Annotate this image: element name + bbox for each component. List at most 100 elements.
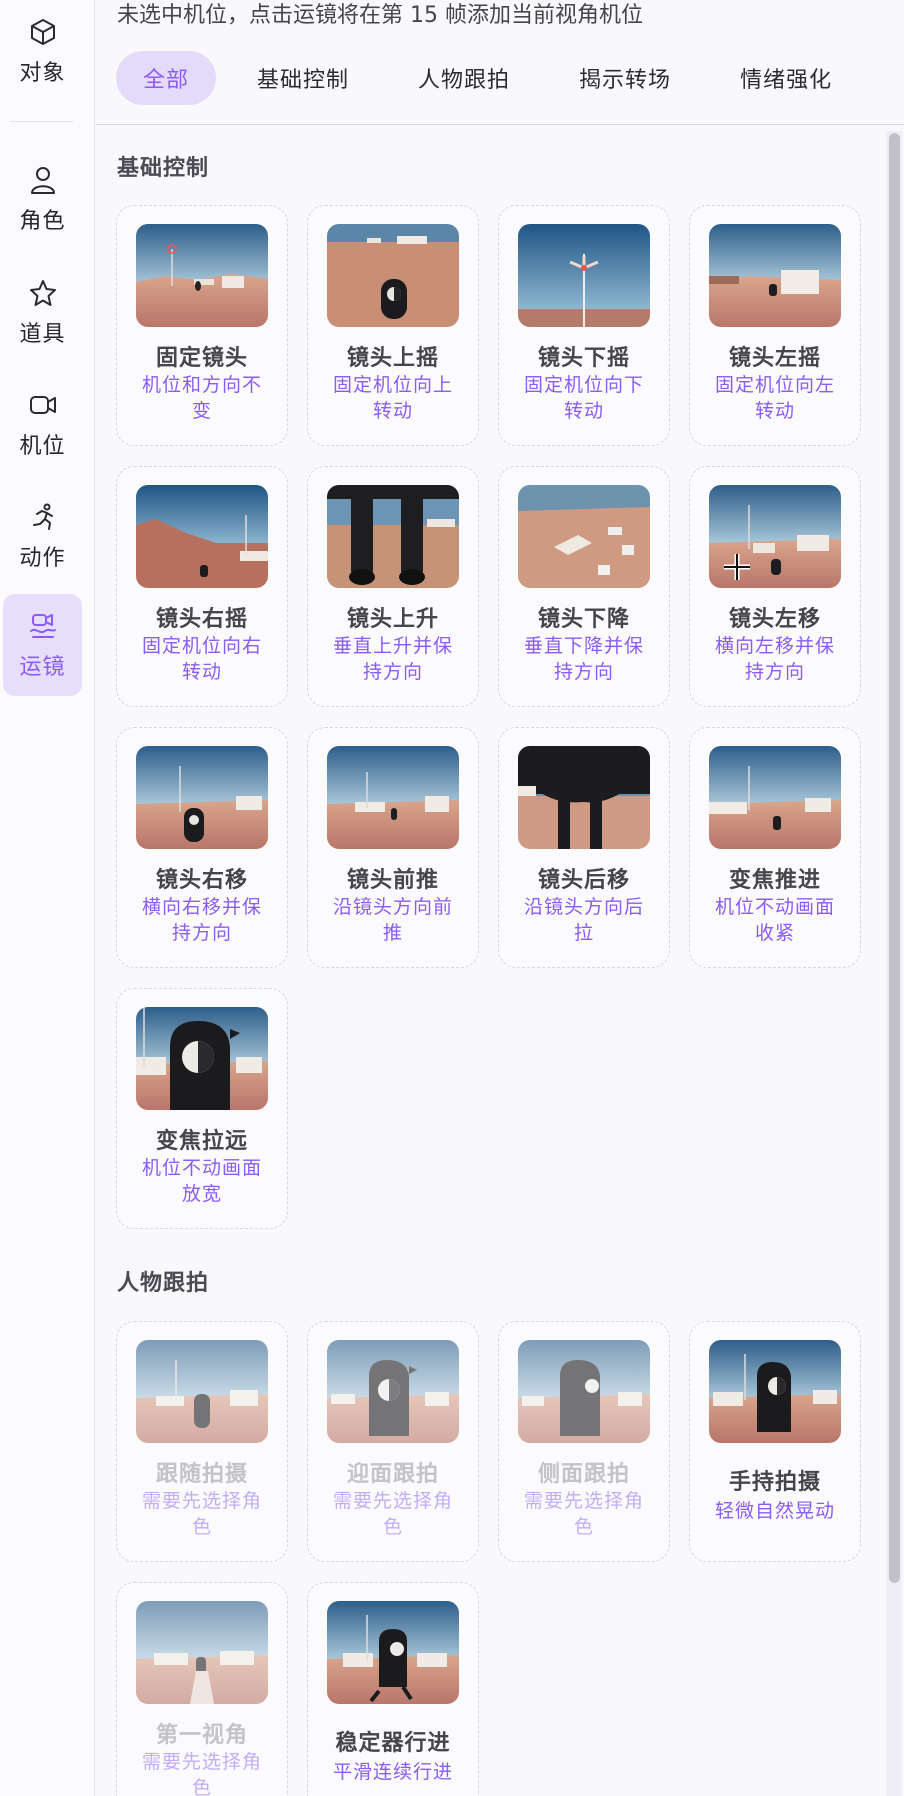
sidebar-divider [10, 121, 73, 122]
section-title: 人物跟拍 [117, 1271, 210, 1296]
preset-name: 跟随拍摄 [155, 1462, 248, 1487]
preset-card-crane-down[interactable]: 镜头下降 垂直下降并保持方向 [498, 466, 670, 707]
preset-name: 侧面跟拍 [537, 1462, 630, 1487]
preset-name: 第一视角 [155, 1723, 248, 1748]
tab-all[interactable]: 全部 [116, 50, 217, 105]
crosshair-cursor-icon [724, 554, 750, 580]
preset-description: 固定机位向上转动 [332, 374, 453, 422]
preset-name: 镜头上摇 [346, 346, 439, 371]
preset-description: 需要先选择角色 [523, 1490, 644, 1538]
preset-name: 镜头上升 [346, 607, 439, 632]
preset-description: 需要先选择角色 [332, 1490, 453, 1538]
preset-card-pan-right[interactable]: 镜头右摇 固定机位向右转动 [116, 466, 288, 707]
preset-name: 手持拍摄 [728, 1470, 821, 1495]
preview-thumbnail [518, 224, 650, 327]
preset-name: 变焦拉远 [155, 1129, 248, 1154]
preset-description: 固定机位向右转动 [141, 635, 262, 683]
preview-thumbnail [136, 1007, 268, 1110]
sidebar-item-label: 角色 [19, 209, 66, 234]
user-icon [26, 163, 60, 197]
preset-description: 沿镜头方向后拉 [523, 896, 644, 944]
preset-name: 迎面跟拍 [346, 1462, 439, 1487]
preset-card-stabilizer[interactable]: 稳定器行进 平滑连续行进 [307, 1582, 479, 1796]
preset-card-zoom-in[interactable]: 变焦推进 机位不动画面收紧 [689, 727, 861, 968]
preset-card-side-follow[interactable]: 侧面跟拍 需要先选择角色 [498, 1321, 670, 1562]
preset-card-handheld[interactable]: 手持拍摄 轻微自然晃动 [689, 1321, 861, 1562]
sidebar-item-action[interactable]: 动作 [3, 485, 82, 587]
tab-character-follow[interactable]: 人物跟拍 [390, 51, 538, 105]
preset-description: 垂直下降并保持方向 [523, 635, 644, 683]
category-tabs: 全部 基础控制 人物跟拍 揭示转场 情绪强化 [116, 50, 873, 105]
preset-card-tilt-down[interactable]: 镜头下摇 固定机位向下转动 [498, 205, 670, 446]
preset-card-first-person[interactable]: 第一视角 需要先选择角色 [116, 1582, 288, 1796]
preset-card-tilt-up[interactable]: 镜头上摇 固定机位向上转动 [307, 205, 479, 446]
preset-card-truck-right[interactable]: 镜头右移 横向右移并保持方向 [116, 727, 288, 968]
status-notice: 未选中机位，点击运镜将在第 15 帧添加当前视角机位 [117, 3, 643, 28]
sidebar-item-camera-movement[interactable]: 运镜 [3, 594, 82, 696]
sidebar-item-label: 动作 [19, 546, 66, 571]
preview-thumbnail [327, 224, 459, 327]
preview-thumbnail [136, 224, 268, 327]
preset-name: 镜头左摇 [728, 346, 821, 371]
sidebar-item-character[interactable]: 角色 [3, 148, 82, 250]
preset-description: 横向左移并保持方向 [714, 635, 835, 683]
preset-name: 稳定器行进 [335, 1731, 451, 1756]
camera-movement-icon [26, 609, 60, 643]
preset-description: 横向右移并保持方向 [141, 896, 262, 944]
preview-thumbnail [327, 1340, 459, 1443]
preset-name: 镜头右移 [155, 868, 248, 893]
preset-card-dolly-out[interactable]: 镜头后移 沿镜头方向后拉 [498, 727, 670, 968]
left-sidebar: 对象 角色 道具 机位 动作 运镜 [0, 0, 95, 1796]
preset-card-zoom-out[interactable]: 变焦拉远 机位不动画面放宽 [116, 988, 288, 1229]
star-icon [26, 276, 60, 310]
tab-emotion[interactable]: 情绪强化 [712, 51, 860, 105]
preview-thumbnail [136, 1601, 268, 1704]
preview-thumbnail [709, 224, 841, 327]
preset-description: 需要先选择角色 [141, 1490, 262, 1538]
preset-card-crane-up[interactable]: 镜头上升 垂直上升并保持方向 [307, 466, 479, 707]
sidebar-item-label: 道具 [19, 322, 66, 347]
preset-description: 平滑连续行进 [332, 1761, 453, 1783]
video-camera-icon [26, 388, 60, 422]
preset-name: 镜头左移 [728, 607, 821, 632]
preset-name: 镜头右摇 [155, 607, 248, 632]
preset-card-fixed[interactable]: 固定镜头 机位和方向不变 [116, 205, 288, 446]
preset-description: 固定机位向左转动 [714, 374, 835, 422]
tab-basic-control[interactable]: 基础控制 [229, 51, 377, 105]
preset-description: 沿镜头方向前推 [332, 896, 453, 944]
preset-card-dolly-in[interactable]: 镜头前推 沿镜头方向前推 [307, 727, 479, 968]
preview-thumbnail [518, 485, 650, 588]
preset-card-truck-left[interactable]: 镜头左移 横向左移并保持方向 [689, 466, 861, 707]
preset-card-pan-left[interactable]: 镜头左摇 固定机位向左转动 [689, 205, 861, 446]
preset-description: 轻微自然晃动 [714, 1500, 835, 1522]
preview-thumbnail [518, 746, 650, 849]
sidebar-item-label: 机位 [19, 434, 66, 459]
cube-icon [26, 15, 60, 49]
preset-description: 机位不动画面放宽 [141, 1157, 262, 1205]
section-title: 基础控制 [117, 156, 210, 181]
preset-name: 镜头后移 [537, 868, 630, 893]
preset-card-front-follow[interactable]: 迎面跟拍 需要先选择角色 [307, 1321, 479, 1562]
sidebar-item-prop[interactable]: 道具 [3, 261, 82, 363]
vertical-scrollbar[interactable] [886, 131, 902, 1796]
preview-thumbnail [327, 1601, 459, 1704]
preview-thumbnail [709, 1340, 841, 1443]
preview-thumbnail [136, 485, 268, 588]
preset-name: 固定镜头 [155, 346, 248, 371]
preview-thumbnail [136, 746, 268, 849]
preset-name: 镜头下摇 [537, 346, 630, 371]
preset-description: 需要先选择角色 [141, 1751, 262, 1796]
preset-description: 固定机位向下转动 [523, 374, 644, 422]
tab-reveal-transition[interactable]: 揭示转场 [551, 51, 699, 105]
preset-name: 镜头前推 [346, 868, 439, 893]
preset-description: 机位不动画面收紧 [714, 896, 835, 944]
sidebar-item-object[interactable]: 对象 [3, 0, 82, 102]
sidebar-item-camera[interactable]: 机位 [3, 373, 82, 475]
preset-description: 垂直上升并保持方向 [332, 635, 453, 683]
sidebar-item-label: 运镜 [19, 655, 66, 680]
scrollbar-thumb[interactable] [889, 133, 900, 1583]
preview-thumbnail [518, 1340, 650, 1443]
preset-card-follow[interactable]: 跟随拍摄 需要先选择角色 [116, 1321, 288, 1562]
preview-thumbnail [327, 746, 459, 849]
preset-name: 变焦推进 [728, 868, 821, 893]
